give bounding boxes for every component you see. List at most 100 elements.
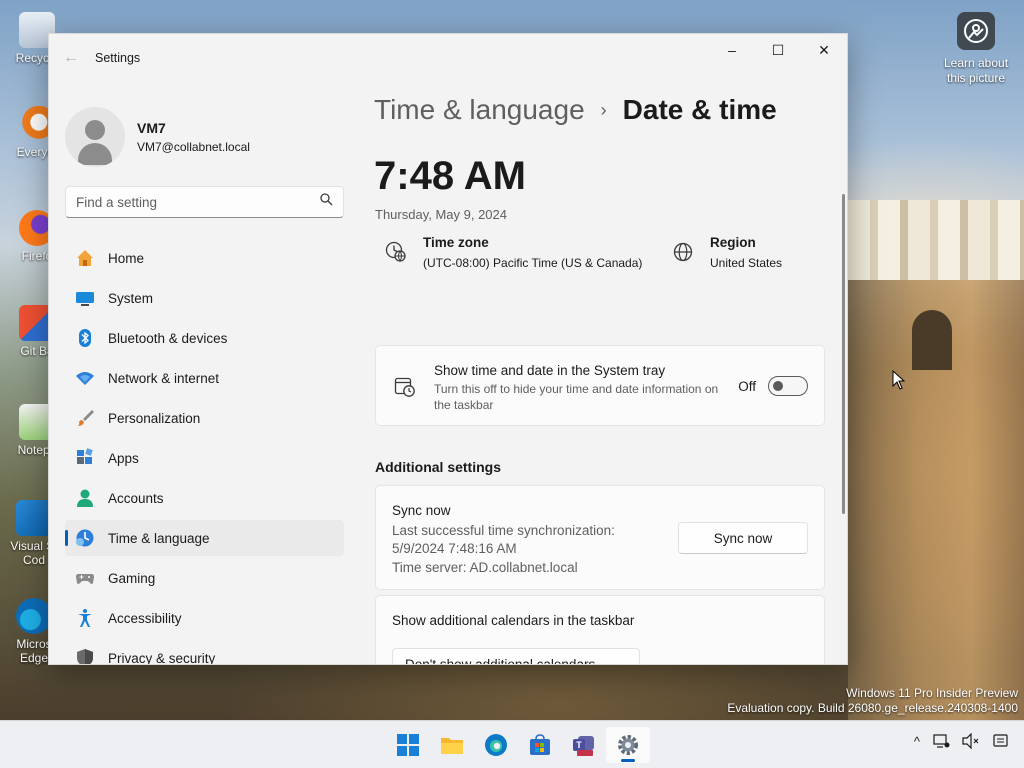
breadcrumb-parent[interactable]: Time & language [374,94,585,126]
teams-icon: T [573,736,594,756]
bluetooth-icon [74,327,96,349]
taskbar: T ^ [0,720,1024,768]
main-content: Time & language › Date & time 7:48 AM Th… [359,82,847,664]
learn-about-picture[interactable]: Learn about this picture [934,12,1018,86]
network-icon [74,367,96,389]
tray-time-toggle[interactable] [768,376,808,396]
wallpaper-arch [912,310,952,370]
svg-text:T: T [576,740,582,750]
search-icon[interactable] [320,193,333,211]
sidebar-item-apps[interactable]: Apps [65,440,344,476]
sync-now-button[interactable]: Sync now [678,522,808,554]
additional-settings-heading: Additional settings [375,459,501,475]
sidebar-item-label: Time & language [108,530,210,546]
chevron-right-icon: › [600,99,607,120]
region-value: United States [710,256,783,270]
calendar-clock-icon [394,376,416,398]
additional-calendars-card: Show additional calendars in the taskbar… [375,595,825,665]
sidebar-item-label: Accounts [108,490,164,506]
scrollbar[interactable] [842,194,845,514]
sidebar-item-label: Bluetooth & devices [108,330,228,346]
settings-icon [618,735,638,755]
taskbar-settings[interactable] [606,727,650,763]
back-button[interactable]: ← [49,34,93,82]
calendars-title: Show additional calendars in the taskbar [392,613,635,628]
network-tray-icon[interactable] [932,733,950,749]
sidebar-item-gaming[interactable]: Gaming [65,560,344,596]
sidebar-item-label: Gaming [108,570,156,586]
watermark-line: Evaluation copy. Build 26080.ge_release.… [727,701,1018,715]
minimize-button[interactable]: – [709,34,755,66]
shield-icon [74,647,96,664]
globe-icon [672,241,696,265]
title-bar[interactable]: ← Settings – ☐ ✕ [49,34,847,82]
notification-icon[interactable] [992,733,1010,749]
current-date: Thursday, May 9, 2024 [375,207,507,222]
gaming-icon [74,567,96,589]
taskbar-teams[interactable]: T [562,727,606,763]
sidebar-item-network[interactable]: Network & internet [65,360,344,396]
sidebar-item-privacy[interactable]: Privacy & security [65,640,344,665]
system-icon [74,287,96,309]
sync-now-card: Sync now Last successful time synchroniz… [375,485,825,590]
sidebar-item-label: System [108,290,154,306]
user-profile[interactable]: VM7 VM7@collabnet.local [49,82,359,174]
toggle-knob [773,381,783,391]
tray-setting-description: Turn this off to hide your time and date… [434,382,719,412]
toggle-state-label: Off [738,379,756,394]
sidebar-item-label: Home [108,250,145,266]
sidebar-item-label: Network & internet [108,370,220,386]
edge-icon [485,734,507,756]
system-tray: ^ [914,733,1010,749]
sidebar-item-label: Accessibility [108,610,182,626]
user-email: VM7@collabnet.local [137,140,250,154]
settings-window: ← Settings – ☐ ✕ VM7 VM7@collabnet.local [48,33,848,665]
sidebar-item-accessibility[interactable]: Accessibility [65,600,344,636]
taskbar-edge[interactable] [474,727,518,763]
wallpaper-houses [848,200,1024,280]
sidebar-item-accounts[interactable]: Accounts [65,480,344,516]
start-icon [397,734,419,756]
volume-muted-icon[interactable] [962,733,980,749]
sidebar-item-label: Apps [108,450,139,466]
vscode-icon [16,500,52,536]
search-input[interactable] [76,194,320,210]
globe-clock-icon [385,241,409,265]
store-icon [530,734,550,755]
edge-icon [16,598,52,634]
sidebar-item-home[interactable]: Home [65,240,344,276]
sidebar-item-personalization[interactable]: Personalization [65,400,344,436]
sidebar-item-time-language[interactable]: Time & language [65,520,344,556]
avatar [65,107,125,167]
breadcrumb: Time & language › Date & time [374,94,777,126]
sidebar-item-system[interactable]: System [65,280,344,316]
close-button[interactable]: ✕ [801,34,847,66]
taskbar-store[interactable] [518,727,562,763]
dropdown-selected-value: Don't show additional calendars [405,656,596,665]
learn-label: Learn about this picture [943,56,1009,85]
start-button[interactable] [386,727,430,763]
user-name: VM7 [137,120,166,136]
time-language-icon [74,527,96,549]
apps-icon [74,447,96,469]
time-zone-value: (UTC-08:00) Pacific Time (US & Canada) [423,256,643,270]
time-zone-info: Time zone (UTC-08:00) Pacific Time (US &… [385,235,642,270]
window-controls: – ☐ ✕ [709,34,847,66]
mouse-cursor-icon [892,370,906,390]
calendars-dropdown[interactable]: Don't show additional calendars ⌄ [392,648,640,665]
camera-icon [957,12,995,50]
sidebar: VM7 VM7@collabnet.local Home System [49,82,359,664]
time-zone-label: Time zone [423,235,489,250]
sidebar-item-bluetooth[interactable]: Bluetooth & devices [65,320,344,356]
maximize-button[interactable]: ☐ [755,34,801,66]
home-icon [74,247,96,269]
search-box[interactable] [65,186,344,218]
show-hidden-icons-button[interactable]: ^ [914,734,920,749]
taskbar-file-explorer[interactable] [430,727,474,763]
taskbar-apps: T [386,727,650,763]
sidebar-item-label: Privacy & security [108,650,216,665]
desktop-icon-label: Micros Edge [16,637,52,665]
sync-time-server: Time server: AD.collabnet.local [392,560,578,575]
current-time: 7:48 AM [374,154,526,198]
system-tray-setting-card: Show time and date in the System tray Tu… [375,345,825,426]
